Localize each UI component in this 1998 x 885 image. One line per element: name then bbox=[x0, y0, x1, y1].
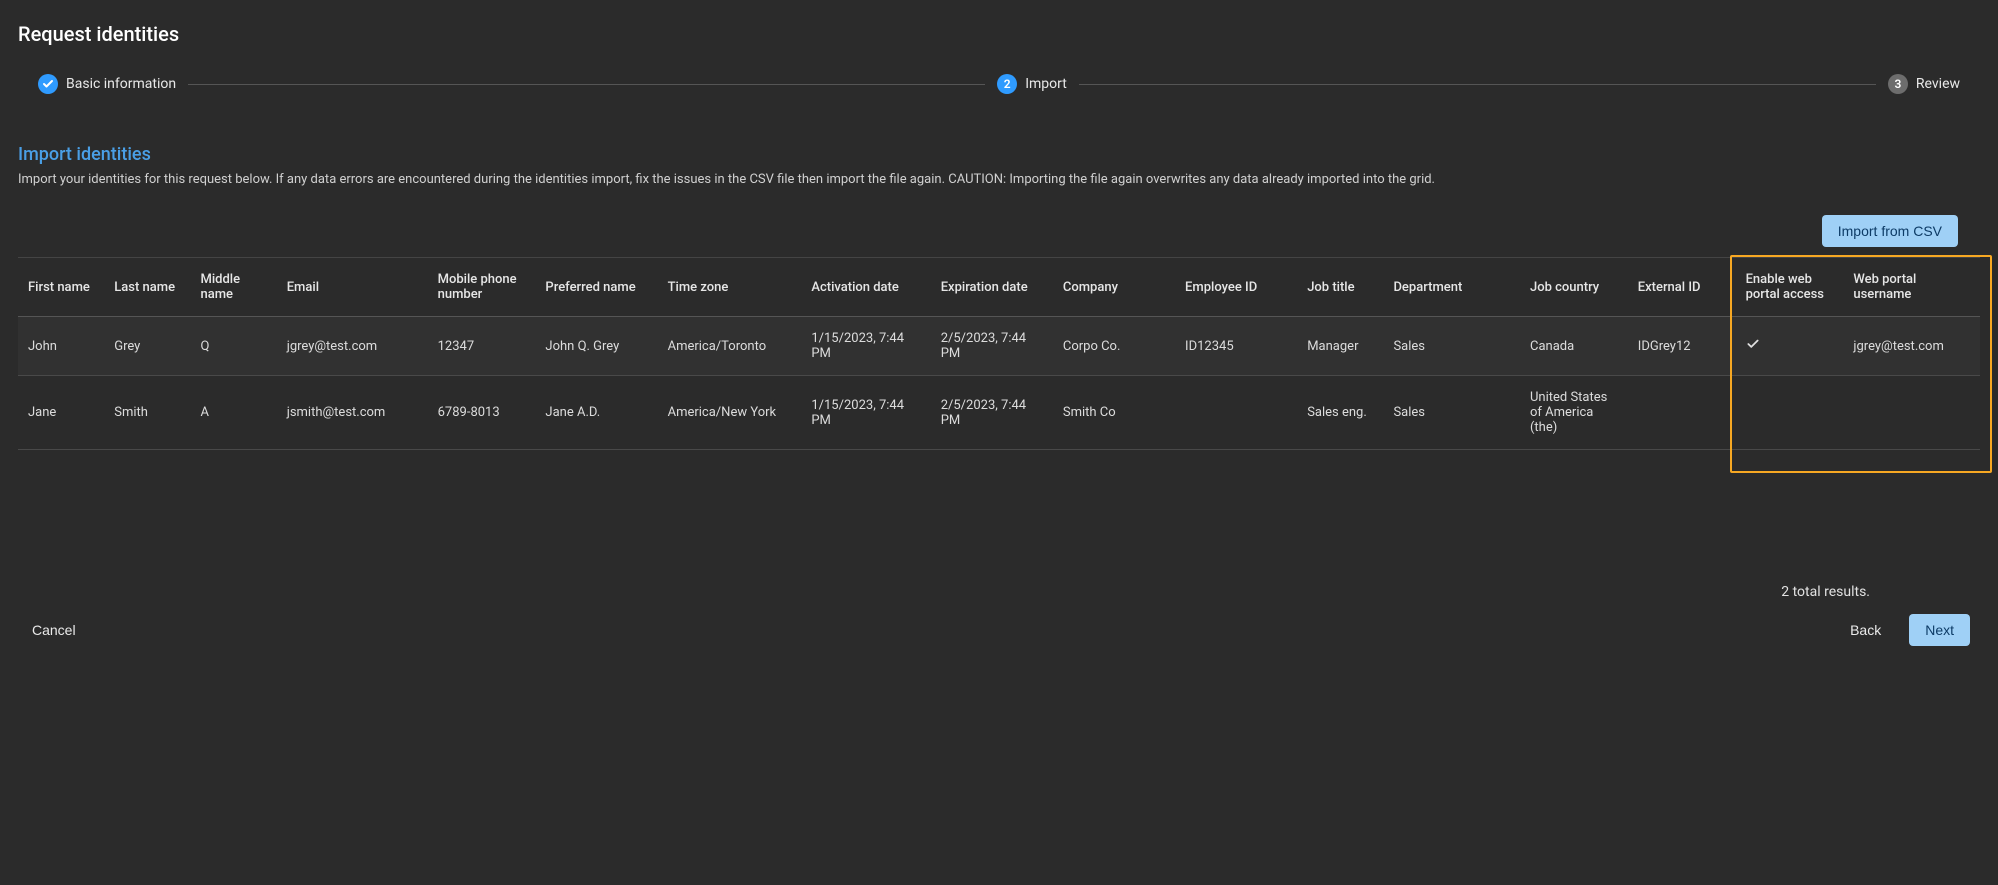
cell-expiration: 2/5/2023, 7:44 PM bbox=[931, 317, 1053, 376]
step-label: Basic information bbox=[66, 76, 176, 92]
cell-company: Corpo Co. bbox=[1053, 317, 1175, 376]
section-title: Import identities bbox=[18, 144, 1980, 165]
cell-middle: A bbox=[190, 376, 276, 450]
check-icon bbox=[38, 74, 58, 94]
cell-last: Grey bbox=[104, 317, 190, 376]
table-row[interactable]: JaneSmithAjsmith@test.com6789-8013Jane A… bbox=[18, 376, 1980, 450]
table-header-row: First name Last name Middle name Email M… bbox=[18, 258, 1980, 317]
cell-activation: 1/15/2023, 7:44 PM bbox=[801, 376, 930, 450]
cell-email: jgrey@test.com bbox=[277, 317, 428, 376]
cell-country: United States of America (the) bbox=[1520, 376, 1628, 450]
step-divider bbox=[188, 84, 985, 85]
col-phone[interactable]: Mobile phone number bbox=[428, 258, 536, 317]
cell-phone: 6789-8013 bbox=[428, 376, 536, 450]
col-expiration[interactable]: Expiration date bbox=[931, 258, 1053, 317]
cell-extid: IDGrey12 bbox=[1628, 317, 1736, 376]
cell-country: Canada bbox=[1520, 317, 1628, 376]
table-row[interactable]: JohnGreyQjgrey@test.com12347John Q. Grey… bbox=[18, 317, 1980, 376]
cell-email: jsmith@test.com bbox=[277, 376, 428, 450]
next-button[interactable]: Next bbox=[1909, 614, 1970, 646]
cell-extid bbox=[1628, 376, 1736, 450]
stepper: Basic information 2 Import 3 Review bbox=[38, 74, 1960, 94]
col-employee-id[interactable]: Employee ID bbox=[1175, 258, 1297, 317]
col-external-id[interactable]: External ID bbox=[1628, 258, 1736, 317]
step-number-icon: 3 bbox=[1888, 74, 1908, 94]
page-title: Request identities bbox=[18, 22, 1980, 46]
cell-first: John bbox=[18, 317, 104, 376]
import-csv-button[interactable]: Import from CSV bbox=[1822, 215, 1958, 247]
col-job-country[interactable]: Job country bbox=[1520, 258, 1628, 317]
cell-phone: 12347 bbox=[428, 317, 536, 376]
col-department[interactable]: Department bbox=[1383, 258, 1520, 317]
cell-last: Smith bbox=[104, 376, 190, 450]
cell-first: Jane bbox=[18, 376, 104, 450]
identities-table-wrap: First name Last name Middle name Email M… bbox=[18, 257, 1980, 450]
cell-expiration: 2/5/2023, 7:44 PM bbox=[931, 376, 1053, 450]
cell-preferred: Jane A.D. bbox=[535, 376, 657, 450]
col-email[interactable]: Email bbox=[277, 258, 428, 317]
col-timezone[interactable]: Time zone bbox=[658, 258, 802, 317]
check-icon bbox=[1746, 337, 1760, 351]
cell-enable bbox=[1736, 317, 1844, 376]
cell-activation: 1/15/2023, 7:44 PM bbox=[801, 317, 930, 376]
cell-company: Smith Co bbox=[1053, 376, 1175, 450]
col-activation[interactable]: Activation date bbox=[801, 258, 930, 317]
step-divider bbox=[1079, 84, 1876, 85]
cell-enable bbox=[1736, 376, 1844, 450]
cell-dept: Sales bbox=[1383, 317, 1520, 376]
cell-empid bbox=[1175, 376, 1297, 450]
col-middle-name[interactable]: Middle name bbox=[190, 258, 276, 317]
cell-middle: Q bbox=[190, 317, 276, 376]
cell-tz: America/Toronto bbox=[658, 317, 802, 376]
step-number-icon: 2 bbox=[997, 74, 1017, 94]
cell-preferred: John Q. Grey bbox=[535, 317, 657, 376]
section-description: Import your identities for this request … bbox=[18, 171, 1980, 189]
col-preferred[interactable]: Preferred name bbox=[535, 258, 657, 317]
cell-tz: America/New York bbox=[658, 376, 802, 450]
back-button[interactable]: Back bbox=[1836, 614, 1895, 646]
cell-job: Manager bbox=[1297, 317, 1383, 376]
col-last-name[interactable]: Last name bbox=[104, 258, 190, 317]
cell-webuser: jgrey@test.com bbox=[1843, 317, 1980, 376]
cell-empid: ID12345 bbox=[1175, 317, 1297, 376]
col-job-title[interactable]: Job title bbox=[1297, 258, 1383, 317]
col-first-name[interactable]: First name bbox=[18, 258, 104, 317]
cell-webuser bbox=[1843, 376, 1980, 450]
col-company[interactable]: Company bbox=[1053, 258, 1175, 317]
results-count: 2 total results. bbox=[18, 570, 1980, 614]
step-review[interactable]: 3 Review bbox=[1888, 74, 1960, 94]
cell-job: Sales eng. bbox=[1297, 376, 1383, 450]
step-import[interactable]: 2 Import bbox=[997, 74, 1067, 94]
col-web-user[interactable]: Web portal username bbox=[1843, 258, 1980, 317]
step-label: Review bbox=[1916, 76, 1960, 92]
identities-table: First name Last name Middle name Email M… bbox=[18, 258, 1980, 450]
cell-dept: Sales bbox=[1383, 376, 1520, 450]
cancel-button[interactable]: Cancel bbox=[18, 614, 90, 646]
footer-nav: Cancel Back Next bbox=[18, 614, 1980, 656]
step-label: Import bbox=[1025, 76, 1067, 92]
step-basic-info[interactable]: Basic information bbox=[38, 74, 176, 94]
col-enable-web[interactable]: Enable web portal access bbox=[1736, 258, 1844, 317]
